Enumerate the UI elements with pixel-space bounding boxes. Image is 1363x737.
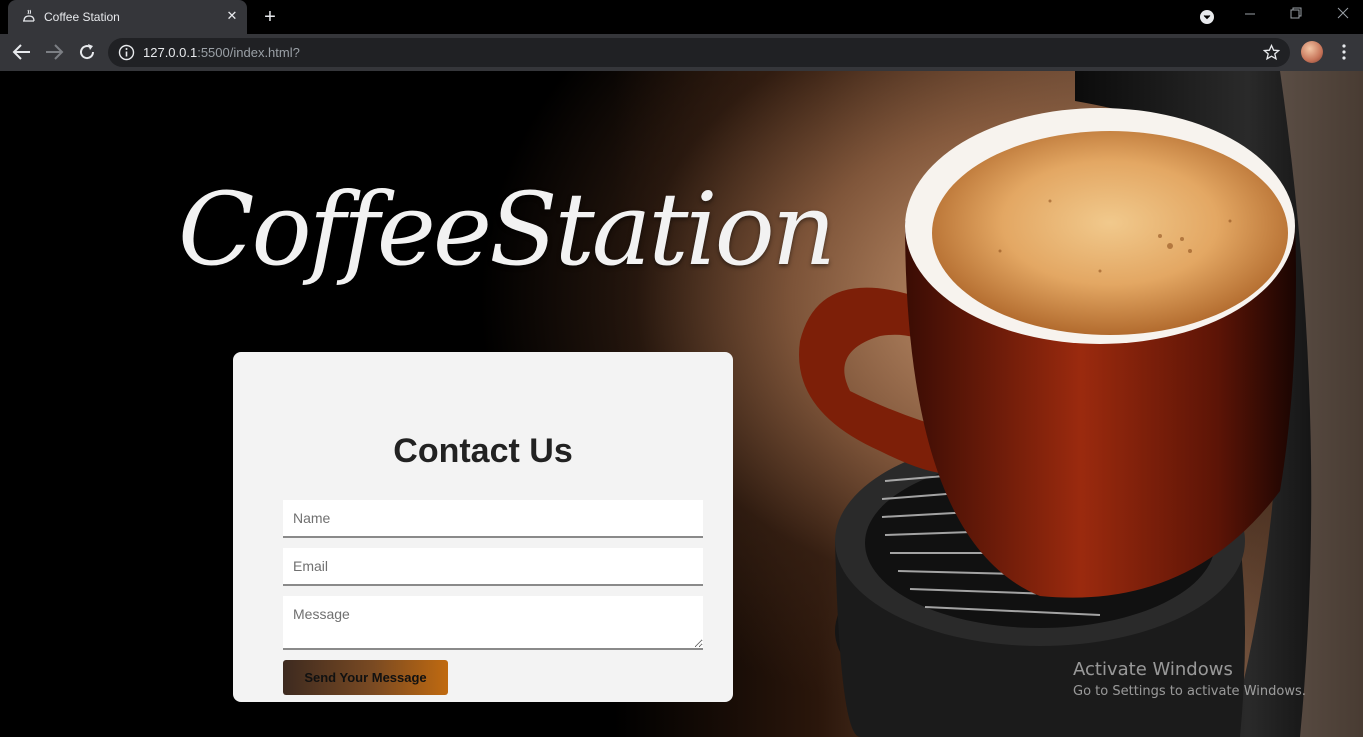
watermark-subtitle: Go to Settings to activate Windows. [1073, 684, 1306, 699]
minimize-icon[interactable] [1243, 6, 1257, 20]
url-text: 127.0.0.1:5500/index.html? [143, 45, 300, 60]
email-input[interactable] [283, 548, 703, 586]
reload-icon[interactable] [77, 42, 97, 62]
contact-title: Contact Us [393, 432, 573, 470]
coffee-favicon-icon [23, 9, 35, 22]
message-textarea[interactable] [283, 596, 703, 650]
browser-tab[interactable]: Coffee Station ✕ [8, 0, 247, 34]
restore-icon[interactable] [1289, 6, 1303, 20]
avatar[interactable] [1301, 41, 1323, 63]
forward-icon[interactable] [44, 43, 64, 61]
menu-icon[interactable] [1337, 43, 1351, 61]
browser-toolbar: 127.0.0.1:5500/index.html? [0, 34, 1363, 71]
tab-strip: Coffee Station ✕ + [0, 0, 1363, 34]
star-icon[interactable] [1263, 44, 1280, 61]
address-bar[interactable]: 127.0.0.1:5500/index.html? [108, 38, 1290, 67]
watermark-title: Activate Windows [1073, 659, 1233, 680]
plus-icon[interactable]: + [261, 7, 279, 27]
send-message-button[interactable]: Send Your Message [283, 660, 448, 695]
window-close-icon[interactable] [1335, 5, 1351, 21]
url-host: 127.0.0.1 [143, 45, 198, 60]
brand-title: CoffeeStation [178, 171, 836, 288]
contact-card: Contact Us Send Your Message [233, 352, 733, 702]
close-icon[interactable]: ✕ [224, 8, 240, 24]
tab-search-icon[interactable] [1199, 9, 1215, 25]
url-path: :5500/index.html? [197, 45, 300, 60]
tab-title: Coffee Station [44, 10, 120, 24]
page-viewport: CoffeeStation Contact Us Send Your Messa… [0, 71, 1363, 737]
activate-windows-watermark: Activate Windows Go to Settings to activ… [1073, 659, 1306, 699]
info-icon[interactable] [118, 44, 135, 61]
back-icon[interactable] [12, 43, 32, 61]
name-input[interactable] [283, 500, 703, 538]
